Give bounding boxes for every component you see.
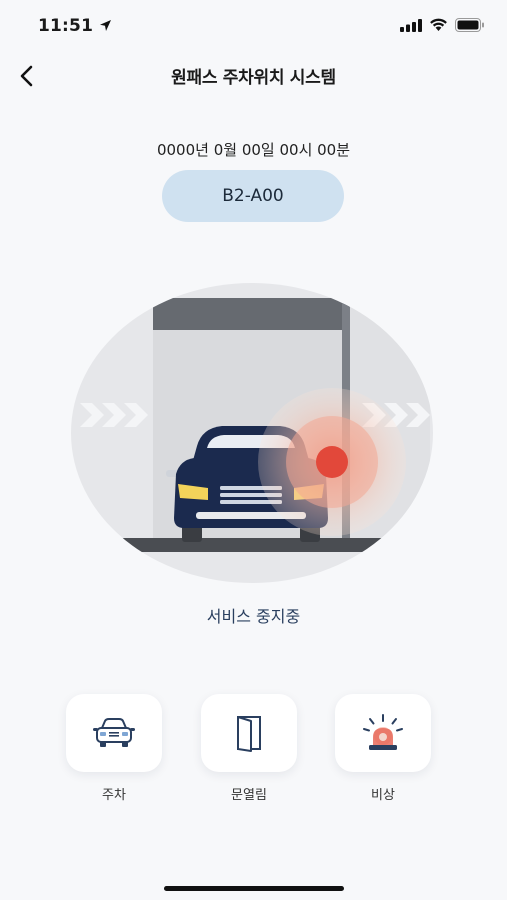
action-buttons: 주차 문열림 비상 xyxy=(0,694,507,814)
service-status-text: 서비스 중지중 xyxy=(206,607,301,626)
car-icon xyxy=(93,718,135,747)
parking-button-label: 주차 xyxy=(102,788,126,803)
page-title: 원패스 주차위치 시스템 xyxy=(171,68,336,88)
navigation-bar: 원패스 주차위치 시스템 xyxy=(0,54,507,98)
status-time: 11:51 xyxy=(38,16,112,36)
parking-status-illustration xyxy=(71,283,433,583)
parking-button-card[interactable] xyxy=(66,694,162,772)
cellular-signal-icon xyxy=(400,18,422,32)
clock-text: 11:51 xyxy=(38,16,94,36)
wifi-icon xyxy=(430,18,447,31)
emergency-button-card[interactable] xyxy=(335,694,431,772)
door-icon xyxy=(237,716,261,752)
location-arrow-icon xyxy=(100,20,112,31)
door-open-button-label: 문열림 xyxy=(231,788,267,803)
parking-datetime: 0000년 0월 00일 00시 00분 xyxy=(156,141,351,159)
emergency-siren-icon xyxy=(363,714,403,750)
emergency-button-label: 비상 xyxy=(371,788,395,803)
status-bar: 11:51 xyxy=(0,0,507,54)
parking-location-text: B2-A00 xyxy=(222,186,284,206)
parking-button[interactable]: 주차 xyxy=(66,694,162,803)
emergency-button[interactable]: 비상 xyxy=(335,694,431,803)
parking-location-badge: B2-A00 xyxy=(162,170,344,222)
door-open-button[interactable]: 문열림 xyxy=(201,694,297,803)
battery-icon xyxy=(455,18,484,32)
door-open-button-card[interactable] xyxy=(201,694,297,772)
alert-signal-icon xyxy=(258,388,406,536)
home-indicator[interactable] xyxy=(164,886,344,891)
status-icons xyxy=(400,18,485,32)
